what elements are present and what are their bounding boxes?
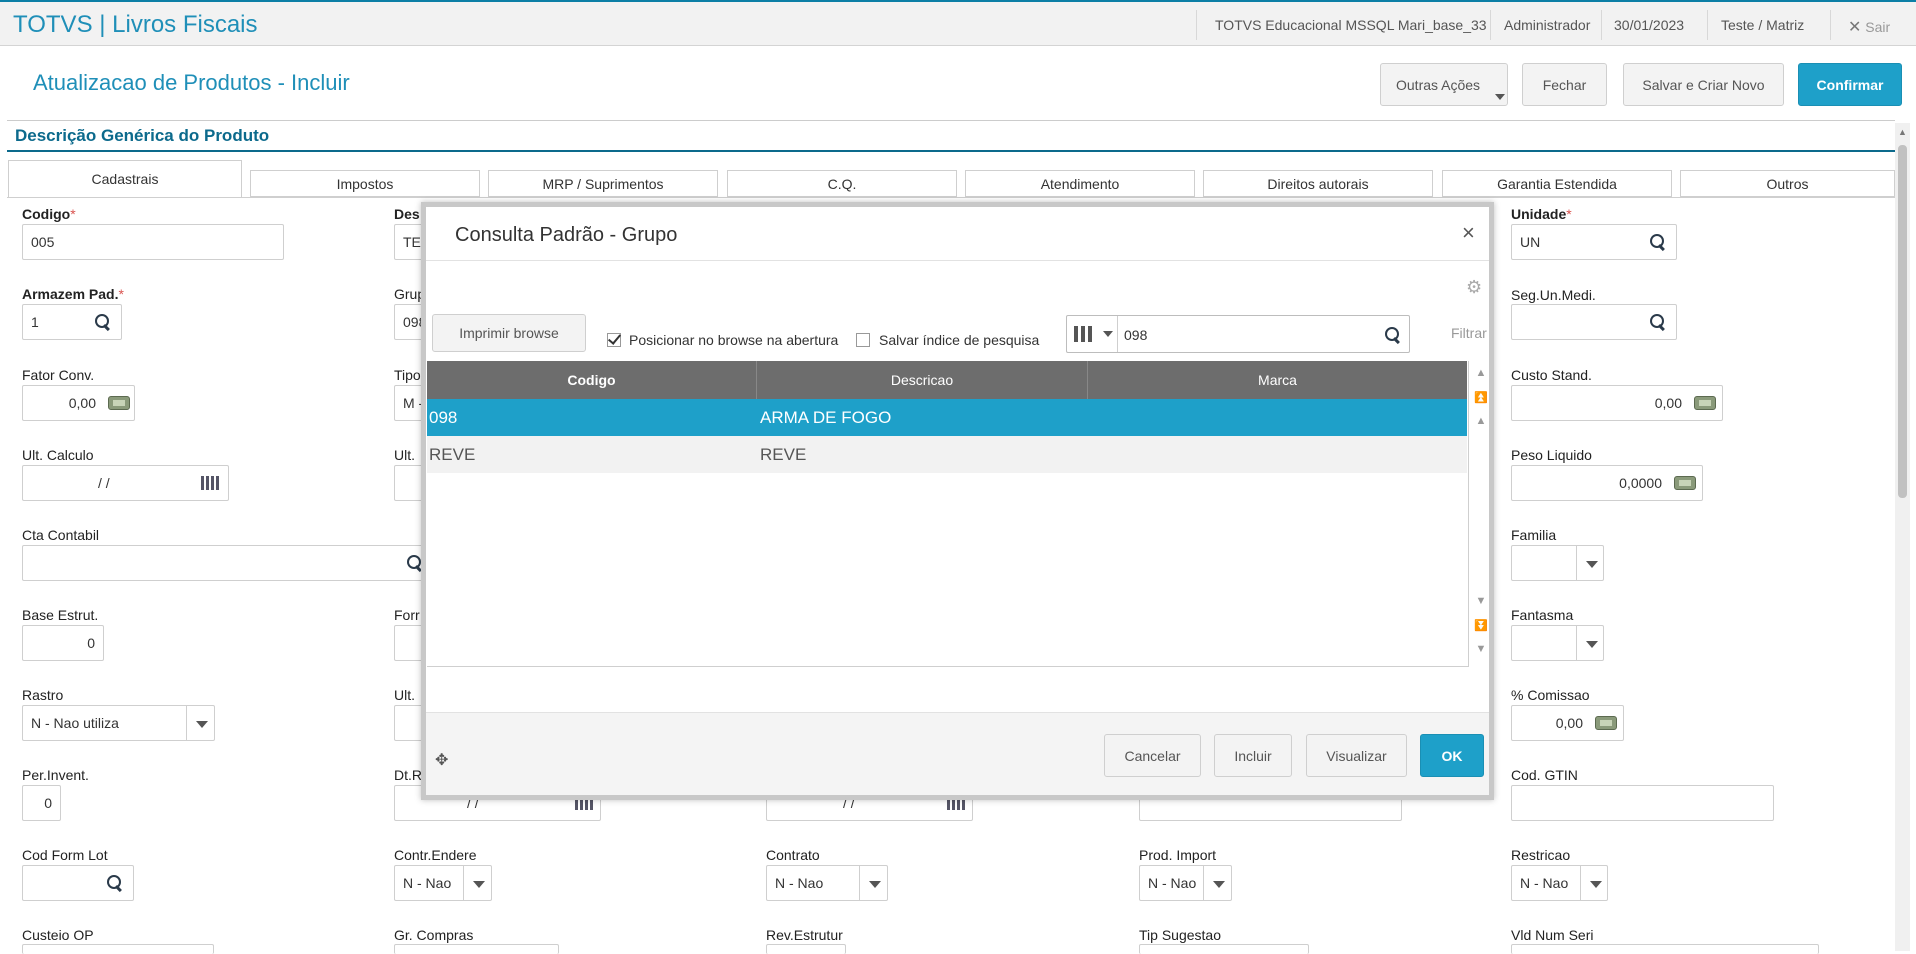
move-icon[interactable]: ✥ bbox=[435, 750, 448, 770]
ok-button[interactable]: OK bbox=[1420, 734, 1484, 777]
table-row[interactable]: 098 ARMA DE FOGO bbox=[427, 399, 1467, 436]
search-input[interactable]: 098 bbox=[1066, 315, 1410, 353]
position-browse-checkbox[interactable] bbox=[607, 333, 621, 347]
grid-header: Codigo Descricao Marca bbox=[427, 361, 1467, 399]
divider bbox=[426, 260, 1489, 261]
search-value: 098 bbox=[1124, 327, 1148, 343]
divider bbox=[427, 666, 1468, 667]
save-index-checkbox[interactable] bbox=[856, 333, 870, 347]
divider bbox=[1468, 361, 1469, 667]
scroll-page-up-icon[interactable]: ⏫ bbox=[1470, 387, 1492, 407]
search-icon[interactable] bbox=[1385, 327, 1401, 343]
view-button[interactable]: Visualizar bbox=[1306, 734, 1407, 777]
column-header-marca[interactable]: Marca bbox=[1088, 361, 1467, 399]
scroll-up-icon[interactable]: ▲ bbox=[1470, 411, 1492, 431]
filter-button[interactable]: Filtrar bbox=[1451, 325, 1487, 341]
include-button[interactable]: Incluir bbox=[1214, 734, 1292, 777]
dialog-title: Consulta Padrão - Grupo bbox=[455, 224, 678, 246]
scroll-last-icon[interactable]: ▼ bbox=[1470, 639, 1492, 659]
column-header-codigo[interactable]: Codigo bbox=[427, 361, 757, 399]
cancel-button[interactable]: Cancelar bbox=[1104, 734, 1201, 777]
scroll-down-icon[interactable]: ▼ bbox=[1470, 591, 1492, 611]
cell-descricao: REVE bbox=[760, 445, 807, 464]
column-header-descricao[interactable]: Descricao bbox=[757, 361, 1088, 399]
save-index-label: Salvar índice de pesquisa bbox=[879, 332, 1040, 348]
chevron-down-icon[interactable] bbox=[1103, 331, 1113, 337]
scroll-first-icon[interactable]: ▲ bbox=[1470, 363, 1492, 383]
cell-descricao: ARMA DE FOGO bbox=[760, 408, 892, 427]
scroll-page-down-icon[interactable]: ⏬ bbox=[1470, 615, 1492, 635]
column-selector-icon[interactable] bbox=[1074, 326, 1096, 342]
lookup-dialog: Consulta Padrão - Grupo × ⚙ Imprimir bro… bbox=[421, 202, 1494, 800]
print-browse-button[interactable]: Imprimir browse bbox=[432, 314, 586, 352]
gear-icon[interactable]: ⚙ bbox=[1466, 277, 1482, 298]
cell-codigo: REVE bbox=[429, 445, 476, 464]
close-icon[interactable]: × bbox=[1462, 220, 1475, 246]
divider bbox=[1117, 316, 1118, 352]
table-row[interactable]: REVE REVE bbox=[427, 436, 1467, 473]
position-browse-label: Posicionar no browse na abertura bbox=[629, 332, 839, 348]
cell-codigo: 098 bbox=[429, 408, 458, 427]
